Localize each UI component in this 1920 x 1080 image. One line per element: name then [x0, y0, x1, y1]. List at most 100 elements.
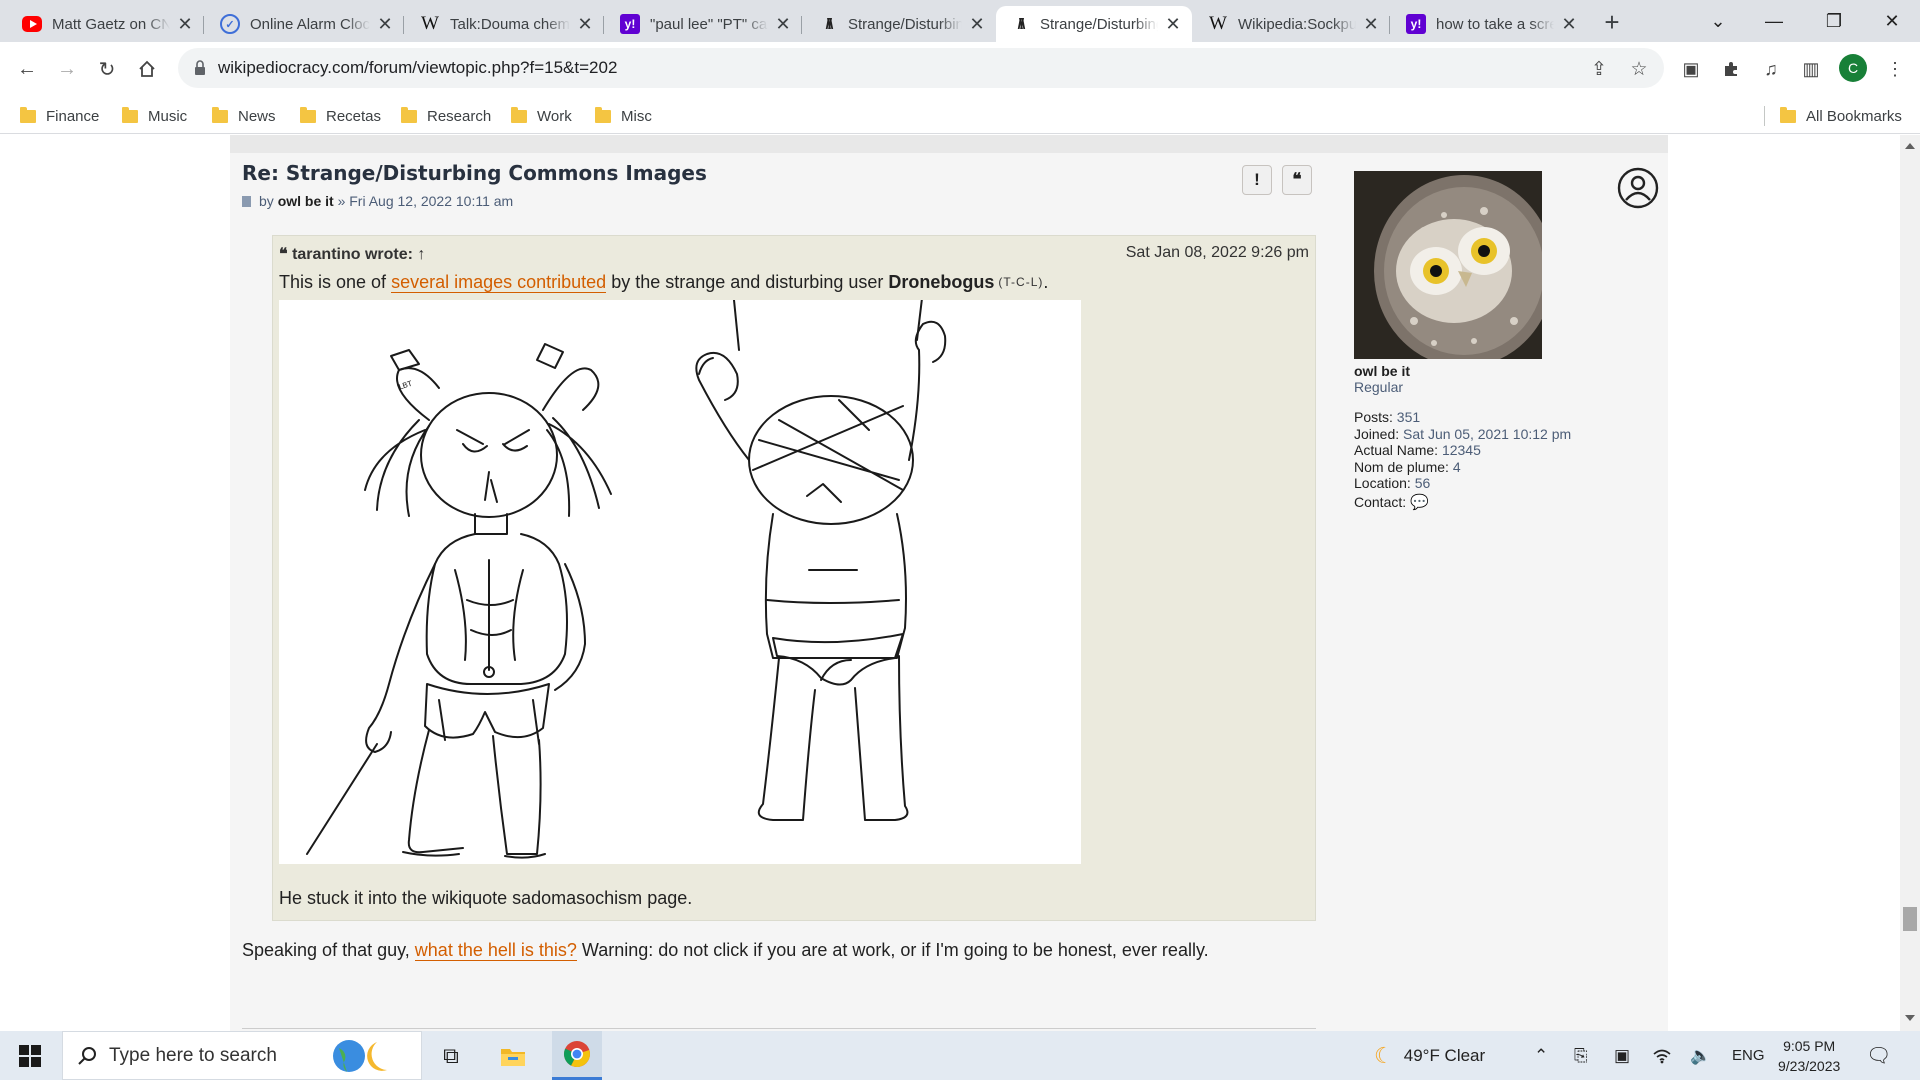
author-profile: owl be it Regular Posts: 351 Joined: Sat…: [1354, 171, 1574, 511]
bookmark-folder-finance[interactable]: Finance: [20, 104, 99, 128]
browser-tab[interactable]: W Talk:Douma chemical attack ✕: [406, 6, 604, 42]
search-highlights-globe-icon: [333, 1040, 387, 1072]
several-images-link[interactable]: several images contributed: [391, 272, 607, 293]
close-tab-icon[interactable]: ✕: [376, 14, 394, 34]
start-button[interactable]: [0, 1031, 60, 1080]
minimize-button[interactable]: —: [1746, 0, 1802, 42]
browser-window: { "browser": { "tabs": [ {"title": "Matt…: [0, 0, 1920, 1080]
scrollbar-thumb[interactable]: [1903, 907, 1917, 931]
profile-username[interactable]: owl be it: [1354, 363, 1574, 379]
profile-joined: Joined: Sat Jun 05, 2021 10:12 pm: [1354, 425, 1572, 442]
bookmark-folder-recetas[interactable]: Recetas: [300, 104, 381, 128]
back-button[interactable]: ←: [10, 52, 44, 86]
browser-tab[interactable]: /\/\ Strange/Disturbing Commons ✕: [804, 6, 996, 42]
sketch-illustration: ᴸᴮᵀ: [306, 300, 947, 859]
extensions-icon[interactable]: [1716, 54, 1746, 84]
wifi-icon[interactable]: [1652, 1031, 1672, 1080]
bookmark-folder-misc[interactable]: Misc: [595, 104, 652, 128]
close-window-button[interactable]: ✕: [1864, 0, 1920, 42]
profile-rank: Regular: [1354, 379, 1404, 395]
url-text[interactable]: wikipediocracy.com/forum/viewtopic.php?f…: [218, 58, 617, 78]
profile-location: Location: 56: [1354, 475, 1431, 491]
close-tab-icon[interactable]: ✕: [1560, 14, 1578, 34]
username-dronebogus[interactable]: Dronebogus: [888, 272, 994, 292]
browser-tab[interactable]: y! "paul lee" "PT" category ✕: [606, 6, 802, 42]
post-title[interactable]: Re: Strange/Disturbing Commons Images: [242, 161, 707, 185]
address-bar[interactable]: wikipediocracy.com/forum/viewtopic.php?f…: [178, 48, 1664, 88]
user-account-icon[interactable]: [1617, 167, 1659, 209]
post-text: Speaking of that guy, what the hell is t…: [242, 940, 1209, 961]
svg-text:ᴸᴮᵀ: ᴸᴮᵀ: [398, 379, 414, 395]
page-scrollbar[interactable]: [1900, 135, 1920, 1031]
weather-widget[interactable]: ☾ 49°F Clear: [1374, 1031, 1485, 1080]
bookmarks-divider: [1764, 106, 1765, 126]
close-tab-icon[interactable]: ✕: [1164, 14, 1182, 34]
sadomasochism-link[interactable]: sadomasochism: [512, 888, 642, 908]
author-avatar-owl[interactable]: [1354, 171, 1542, 359]
close-tab-icon[interactable]: ✕: [1362, 14, 1380, 34]
volume-icon[interactable]: 🔈: [1690, 1031, 1711, 1080]
media-control-icon[interactable]: ♫: [1756, 54, 1786, 84]
windows-taskbar: Type here to search ⧉ ☾ 49°F Clear ⌃ ⎘ ▣…: [0, 1031, 1920, 1080]
close-tab-icon[interactable]: ✕: [968, 14, 986, 34]
post-icon: [242, 195, 251, 207]
side-panel-icon[interactable]: ▥: [1796, 54, 1826, 84]
contact-speech-bubble-icon[interactable]: 💬: [1410, 494, 1429, 511]
post-author[interactable]: owl be it: [278, 193, 334, 209]
user-links[interactable]: (T-C-L): [998, 275, 1043, 289]
share-icon[interactable]: ⇪: [1586, 56, 1612, 82]
post-meta: by owl be it » Fri Aug 12, 2022 10:11 am: [242, 193, 513, 209]
all-bookmarks-button[interactable]: All Bookmarks: [1780, 104, 1902, 128]
screen-icon[interactable]: ▣: [1614, 1031, 1630, 1080]
meet-now-icon[interactable]: ⎘: [1574, 1031, 1588, 1080]
home-icon: [139, 60, 155, 77]
reading-mode-icon[interactable]: ▣: [1676, 54, 1706, 84]
bookmark-folder-music[interactable]: Music: [122, 104, 187, 128]
jump-to-post-arrow[interactable]: ↑: [417, 246, 425, 263]
bookmark-folder-research[interactable]: Research: [401, 104, 491, 128]
close-tab-icon[interactable]: ✕: [176, 14, 194, 34]
close-tab-icon[interactable]: ✕: [774, 14, 792, 34]
scroll-up-arrow[interactable]: [1905, 143, 1915, 149]
profile-posts: Posts: 351: [1354, 409, 1421, 425]
folder-icon: [20, 106, 36, 123]
language-indicator[interactable]: ENG: [1732, 1031, 1765, 1080]
restore-button[interactable]: ❐: [1806, 0, 1862, 42]
notifications-icon[interactable]: 🗨: [1866, 1031, 1891, 1080]
taskbar-search-box[interactable]: Type here to search: [62, 1031, 422, 1080]
chrome-taskbar-button[interactable]: [552, 1031, 602, 1080]
report-button[interactable]: !: [1242, 165, 1272, 195]
browser-tab[interactable]: W Wikipedia:Sockpuppet investigations ✕: [1194, 6, 1390, 42]
scroll-down-arrow[interactable]: [1905, 1015, 1915, 1021]
folder-icon: [212, 106, 228, 123]
browser-tab-active[interactable]: /\/\ Strange/Disturbing Commons ✕: [996, 6, 1192, 42]
bookmark-folder-work[interactable]: Work: [511, 104, 572, 128]
close-tab-icon[interactable]: ✕: [576, 14, 594, 34]
quote-button[interactable]: ❝: [1282, 165, 1312, 195]
reload-button[interactable]: ↻: [90, 52, 124, 86]
browser-tab[interactable]: ✓ Online Alarm Clock ✕: [206, 6, 404, 42]
bookmark-folder-news[interactable]: News: [212, 104, 276, 128]
new-tab-button[interactable]: +: [1598, 7, 1626, 37]
home-button[interactable]: [130, 52, 164, 86]
profile-contact: Contact: 💬: [1354, 493, 1429, 511]
embedded-drawing-image[interactable]: ᴸᴮᵀ: [279, 300, 1081, 864]
yahoo-icon: y!: [1406, 14, 1426, 34]
forward-button[interactable]: →: [50, 52, 84, 86]
show-hidden-icons-chevron[interactable]: ⌃: [1534, 1031, 1548, 1080]
browser-tab[interactable]: Matt Gaetz on CNN ✕: [8, 6, 204, 42]
page-viewport: Re: Strange/Disturbing Commons Images by…: [0, 135, 1900, 1031]
bookmark-star-icon[interactable]: ☆: [1626, 56, 1652, 82]
tab-search-chevron-icon[interactable]: ⌄: [1690, 0, 1746, 42]
task-view-icon[interactable]: ⧉: [430, 1031, 472, 1080]
menu-kebab-icon[interactable]: ⋮: [1880, 54, 1910, 84]
clock[interactable]: 9:05 PM 9/23/2023: [1778, 1031, 1840, 1080]
browser-tab[interactable]: y! how to take a screenshot ✕: [1392, 6, 1588, 42]
profile-avatar[interactable]: C: [1839, 54, 1867, 82]
folder-icon: [122, 106, 138, 123]
folder-icon: [595, 106, 611, 123]
file-explorer-icon[interactable]: [492, 1031, 534, 1080]
profile-actual-name: Actual Name: 12345: [1354, 442, 1481, 458]
tab-strip: Matt Gaetz on CNN ✕ ✓ Online Alarm Clock…: [0, 0, 1920, 42]
what-the-hell-link[interactable]: what the hell is this?: [414, 940, 577, 961]
